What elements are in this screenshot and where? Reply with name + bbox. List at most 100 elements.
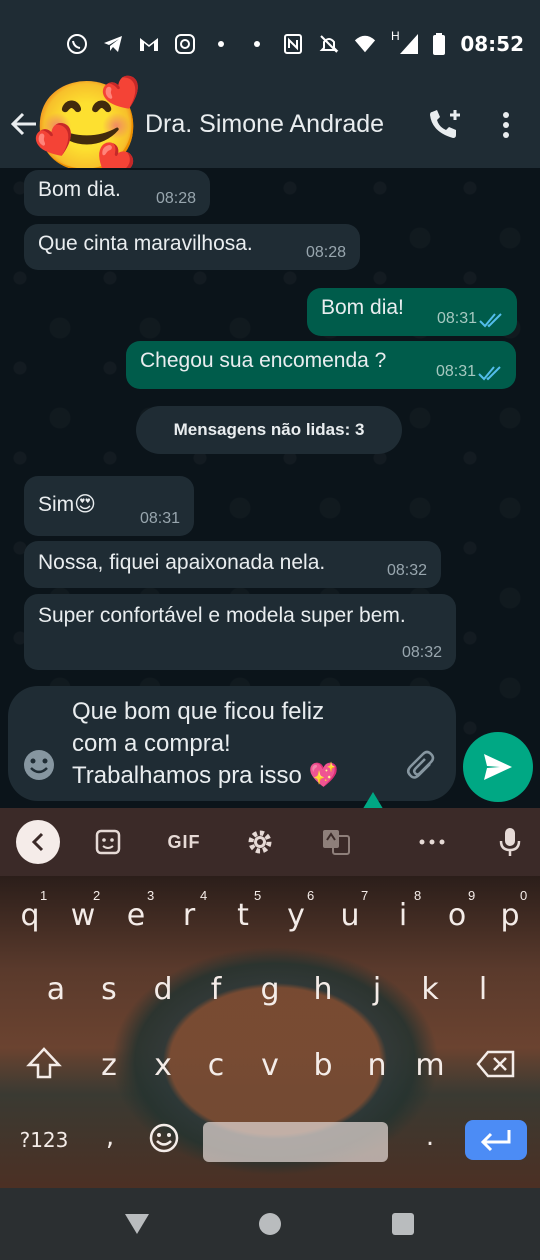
translate-icon[interactable] <box>318 822 354 862</box>
key-a[interactable]: a <box>36 972 76 1007</box>
key-hint: 6 <box>307 888 315 903</box>
dot-icon <box>246 33 268 55</box>
sticker-icon[interactable] <box>90 822 126 862</box>
key-q[interactable]: q <box>10 898 50 933</box>
period-key[interactable]: . <box>410 1122 450 1152</box>
key-l[interactable]: l <box>463 972 503 1007</box>
attach-icon[interactable] <box>404 748 440 784</box>
unread-messages-banner: Mensagens não lidas: 3 <box>136 406 402 454</box>
key-c[interactable]: c <box>196 1048 236 1083</box>
key-hint: 9 <box>468 888 476 903</box>
key-hint: 1 <box>40 888 48 903</box>
symbols-key[interactable]: ?123 <box>14 1128 74 1152</box>
message-time: 08:32 <box>386 562 427 579</box>
key-hint: 2 <box>93 888 101 903</box>
key-y[interactable]: y <box>276 898 316 933</box>
contact-name[interactable]: Dra. Simone Andrade <box>145 110 384 139</box>
key-n[interactable]: n <box>357 1048 397 1083</box>
keyboard-toolbar: GIF <box>0 808 540 876</box>
message-time: 08:32 <box>401 644 442 661</box>
message-outgoing[interactable]: Chegou sua encomenda ? 08:31 <box>126 341 516 389</box>
telegram-icon <box>102 33 124 55</box>
message-outgoing[interactable]: Bom dia! 08:31 <box>307 288 517 336</box>
key-b[interactable]: b <box>303 1048 343 1083</box>
enter-icon <box>480 1130 511 1152</box>
nfc-icon <box>282 33 304 55</box>
backspace-icon <box>476 1050 515 1078</box>
message-incoming[interactable]: Bom dia. 08:28 <box>24 170 210 216</box>
more-tools-icon[interactable] <box>414 822 450 862</box>
microphone-icon[interactable] <box>492 822 528 862</box>
dot-icon <box>210 33 232 55</box>
key-p[interactable]: p <box>490 898 530 933</box>
enter-key[interactable] <box>465 1120 527 1160</box>
message-input[interactable]: Que bom que ficou feliz com a compra! Tr… <box>72 696 402 792</box>
key-x[interactable]: x <box>143 1048 183 1083</box>
key-f[interactable]: f <box>196 972 236 1007</box>
message-time: 08:31 <box>435 363 476 380</box>
message-time: 08:31 <box>436 310 477 327</box>
key-o[interactable]: o <box>437 898 477 933</box>
wifi-icon <box>354 33 376 55</box>
key-z[interactable]: z <box>89 1048 129 1083</box>
shift-key[interactable] <box>22 1046 66 1088</box>
home-nav-icon[interactable] <box>258 1212 282 1236</box>
signal-icon: H <box>390 29 418 55</box>
key-k[interactable]: k <box>410 972 450 1007</box>
message-text: Que cinta maravilhosa. <box>38 232 253 255</box>
recents-nav-icon[interactable] <box>391 1212 415 1236</box>
read-ticks-icon <box>478 366 501 381</box>
message-time: 08:28 <box>305 244 346 261</box>
key-hint: 8 <box>414 888 422 903</box>
key-m[interactable]: m <box>410 1048 450 1083</box>
key-u[interactable]: u <box>330 898 370 933</box>
instagram-icon <box>174 33 196 55</box>
network-label: H <box>390 29 400 43</box>
message-text: Super confortável e modela super bem. <box>38 604 406 627</box>
message-text: Nossa, fiquei apaixonada nela. <box>38 551 326 574</box>
key-d[interactable]: d <box>143 972 183 1007</box>
key-g[interactable]: g <box>250 972 290 1007</box>
back-nav-icon[interactable] <box>123 1212 151 1236</box>
message-incoming[interactable]: Sim😍 08:31 <box>24 476 194 536</box>
read-ticks-icon <box>479 313 502 328</box>
key-i[interactable]: i <box>383 898 423 933</box>
status-icons: H 08:52 <box>66 29 524 56</box>
key-hint: 3 <box>147 888 155 903</box>
gmail-icon <box>138 33 160 55</box>
key-j[interactable]: j <box>357 972 397 1007</box>
key-w[interactable]: w <box>63 898 103 933</box>
chat-header: 🥰 Dra. Simone Andrade <box>0 77 540 176</box>
message-incoming[interactable]: Nossa, fiquei apaixonada nela. 08:32 <box>24 541 441 588</box>
comma-key[interactable]: , <box>90 1122 130 1152</box>
keyboard-collapse-button[interactable] <box>16 820 60 864</box>
gif-button[interactable]: GIF <box>162 822 206 862</box>
send-button[interactable] <box>463 732 533 802</box>
key-s[interactable]: s <box>89 972 129 1007</box>
add-call-icon[interactable] <box>426 106 462 142</box>
navigation-bar <box>0 1188 540 1260</box>
backspace-key[interactable] <box>474 1050 518 1086</box>
keyboard: q 1 w 2 e 3 r 4 t 5 y 6 u 7 i 8 o 9 p 0 … <box>0 876 540 1188</box>
space-bar[interactable] <box>203 1122 388 1162</box>
key-r[interactable]: r <box>169 898 209 933</box>
message-input-box[interactable]: Que bom que ficou feliz com a compra! Tr… <box>8 686 456 801</box>
whatsapp-icon <box>66 33 88 55</box>
key-h[interactable]: h <box>303 972 343 1007</box>
key-hint: 7 <box>361 888 369 903</box>
message-incoming[interactable]: Super confortável e modela super bem. 08… <box>24 594 456 670</box>
key-v[interactable]: v <box>250 1048 290 1083</box>
status-time: 08:52 <box>460 32 524 56</box>
more-options-icon[interactable] <box>494 110 518 140</box>
key-e[interactable]: e <box>116 898 156 933</box>
emoji-key[interactable] <box>144 1122 184 1162</box>
message-incoming[interactable]: Que cinta maravilhosa. 08:28 <box>24 224 360 270</box>
message-time: 08:31 <box>139 510 180 527</box>
settings-gear-icon[interactable] <box>242 822 278 862</box>
contact-avatar[interactable]: 🥰 <box>32 72 142 182</box>
mute-icon <box>318 33 340 55</box>
key-t[interactable]: t <box>223 898 263 933</box>
key-hint: 5 <box>254 888 262 903</box>
send-icon <box>484 754 512 780</box>
emoji-icon[interactable] <box>22 748 56 782</box>
